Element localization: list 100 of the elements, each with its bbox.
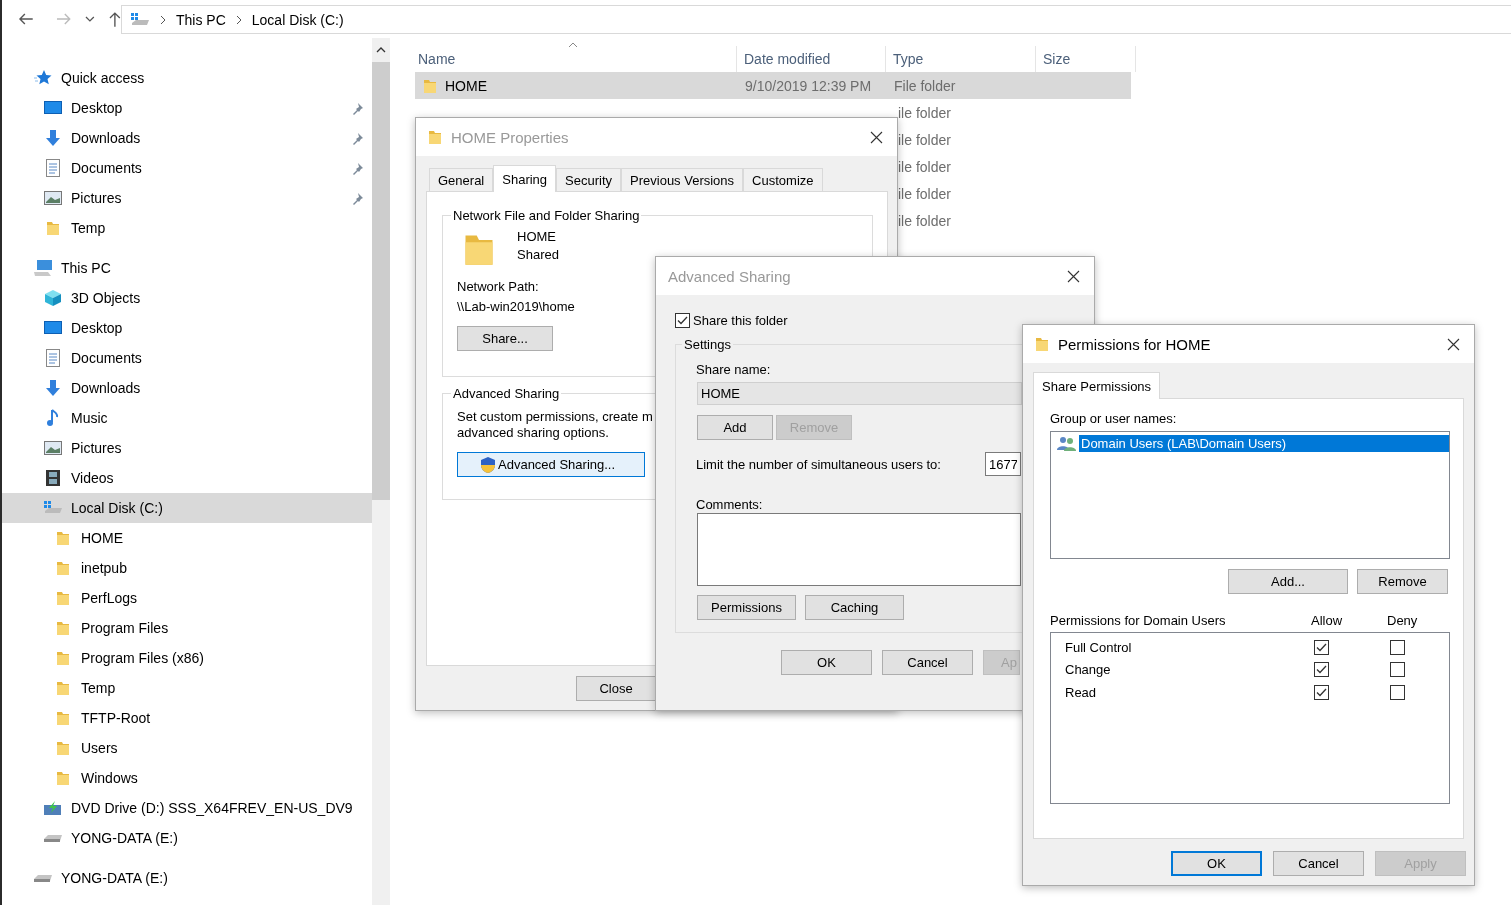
tab[interactable]: Previous Versions <box>621 168 744 191</box>
folder-icon <box>428 129 442 145</box>
pin-icon[interactable] <box>352 101 364 115</box>
sidebar-item[interactable]: Documents <box>2 153 372 183</box>
document-icon <box>45 349 61 367</box>
folder-icon <box>56 620 70 636</box>
drive-icon <box>130 11 150 28</box>
sidebar-item[interactable]: Documents <box>2 343 372 373</box>
permission-name: Full Control <box>1065 639 1133 655</box>
scrollbar[interactable] <box>372 38 390 905</box>
sidebar-item[interactable]: Downloads <box>2 123 372 153</box>
dialog-button[interactable]: Close <box>576 676 656 701</box>
sidebar-item[interactable]: Desktop <box>2 93 372 123</box>
sidebar-item[interactable]: Windows <box>2 763 372 793</box>
settings-button[interactable]: Caching <box>805 595 904 620</box>
share-button[interactable]: Share... <box>457 326 553 351</box>
tab[interactable]: Share Permissions <box>1033 372 1161 399</box>
sidebar-item[interactable]: Desktop <box>2 313 372 343</box>
type-cell-text: ile folder <box>897 158 952 175</box>
sidebar-item[interactable]: Temp <box>2 673 372 703</box>
dialog-button[interactable]: OK <box>781 650 872 675</box>
share-name-field[interactable]: HOME <box>697 382 1022 405</box>
sidebar-item[interactable]: Program Files (x86) <box>2 643 372 673</box>
sidebar-item[interactable]: YONG-DATA (E:) <box>2 863 372 893</box>
drive-icon <box>43 833 63 843</box>
tab[interactable]: General <box>429 168 494 191</box>
address-bar[interactable]: This PC Local Disk (C:) <box>121 5 1511 34</box>
sidebar-item[interactable]: PerfLogs <box>2 583 372 613</box>
sidebar-item[interactable]: Downloads <box>2 373 372 403</box>
user-limit-field[interactable]: 1677 <box>985 452 1021 476</box>
checkbox[interactable] <box>1314 662 1329 678</box>
checkbox-label[interactable]: Share this folder <box>693 313 788 328</box>
date-cell-text: 9/10/2019 12:39 PM <box>744 77 873 94</box>
pin-icon[interactable] <box>352 161 364 175</box>
advanced-sharing-button[interactable]: Advanced Sharing... <box>457 452 645 477</box>
checkbox[interactable] <box>1314 639 1329 655</box>
dialog-title: Permissions for HOME <box>1058 335 1212 353</box>
sidebar-item[interactable]: Music <box>2 403 372 433</box>
checkbox[interactable] <box>1390 639 1405 655</box>
breadcrumb[interactable]: This PC <box>176 11 226 28</box>
share-name: HOME <box>517 229 557 244</box>
sidebar-item[interactable]: HOME <box>2 523 372 553</box>
settings-button[interactable]: Permissions <box>697 595 796 620</box>
comments-field[interactable] <box>697 513 1021 586</box>
field-label: Limit the number of simultaneous users to: <box>696 456 941 472</box>
film-icon <box>45 469 61 487</box>
description: Set custom permissions, create m advanced sharing options. <box>457 409 653 441</box>
list-button[interactable]: Remove <box>1357 569 1448 594</box>
user-list[interactable]: Domain Users (LAB\Domain Users) <box>1050 431 1450 559</box>
column-header: Allow <box>1311 613 1344 628</box>
checkbox[interactable] <box>675 313 690 328</box>
music-note-icon <box>46 409 60 427</box>
checkbox[interactable] <box>1390 662 1405 678</box>
close-icon[interactable] <box>1067 269 1080 283</box>
breadcrumb[interactable]: Local Disk (C:) <box>251 11 344 28</box>
chevron-down-icon[interactable] <box>85 16 96 22</box>
folder-icon <box>56 530 70 546</box>
list-button[interactable]: Add... <box>1228 569 1348 594</box>
dialog-button[interactable]: OK <box>1171 851 1262 876</box>
sidebar-item[interactable]: DVD Drive (D:) SSS_X64FREV_EN-US_DV9 <box>2 793 372 823</box>
group-title: Network File and Folder Sharing <box>452 208 641 223</box>
dialog-button[interactable]: Cancel <box>882 650 973 675</box>
sidebar-item[interactable]: Program Files <box>2 613 372 643</box>
sidebar-item[interactable]: inetpub <box>2 553 372 583</box>
list-item[interactable]: Domain Users (LAB\Domain Users) <box>1079 435 1449 452</box>
back-arrow-icon[interactable] <box>18 13 34 25</box>
sidebar-item[interactable]: This PC <box>2 253 372 283</box>
sidebar-item[interactable]: Quick access <box>2 63 372 93</box>
sidebar-item[interactable]: Local Disk (C:) <box>2 493 372 523</box>
scrollbar-thumb[interactable] <box>372 62 390 500</box>
file-row[interactable]: HOME 9/10/2019 12:39 PM File folder <box>415 72 1131 99</box>
file-name: HOME <box>445 77 487 94</box>
tab[interactable]: Sharing <box>493 165 557 192</box>
close-icon[interactable] <box>1447 337 1460 351</box>
sidebar-item[interactable]: 3D Objects <box>2 283 372 313</box>
dialog-button[interactable]: Cancel <box>1273 851 1364 876</box>
name-button[interactable]: Add <box>697 415 773 440</box>
group-title: Settings <box>683 337 732 352</box>
folder-icon <box>56 740 70 756</box>
folder-icon <box>56 560 70 576</box>
folder-icon <box>1035 336 1049 352</box>
sidebar-item[interactable]: Pictures <box>2 183 372 213</box>
sidebar-item[interactable]: Pictures <box>2 433 372 463</box>
close-icon[interactable] <box>870 130 883 144</box>
pin-icon[interactable] <box>352 191 364 205</box>
checkbox[interactable] <box>1314 684 1329 700</box>
sidebar-item[interactable]: Videos <box>2 463 372 493</box>
sidebar-item[interactable]: TFTP-Root <box>2 703 372 733</box>
dialog-title: HOME Properties <box>451 128 570 146</box>
up-arrow-icon[interactable] <box>109 11 121 27</box>
sidebar-item[interactable]: Users <box>2 733 372 763</box>
chevron-up-icon[interactable] <box>376 47 386 53</box>
sidebar-item[interactable]: YONG-DATA (E:) <box>2 823 372 853</box>
tab[interactable]: Customize <box>743 168 823 191</box>
checkbox[interactable] <box>1390 684 1405 700</box>
tab[interactable]: Security <box>556 168 622 191</box>
monitor-icon <box>44 320 62 336</box>
field-label: Share name: <box>696 362 772 377</box>
sidebar-item[interactable]: Temp <box>2 213 372 243</box>
pin-icon[interactable] <box>352 131 364 145</box>
